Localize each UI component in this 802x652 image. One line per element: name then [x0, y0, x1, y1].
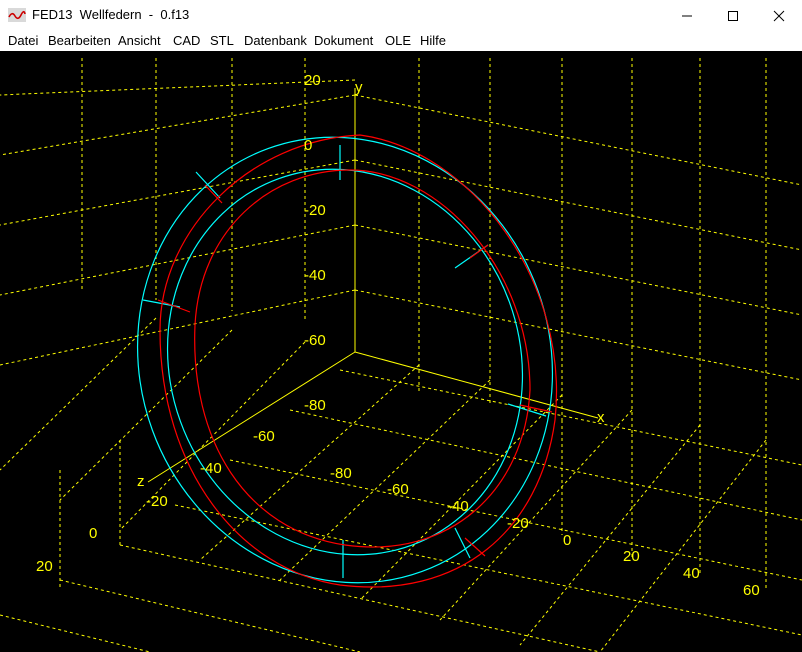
app-icon [8, 8, 26, 22]
plot-canvas[interactable]: y x z 20 0 -20 -40 -60 -80 -60 -40 -20 0… [0, 51, 802, 652]
y-tick-label: 20 [304, 72, 321, 89]
z-tick-label: 20 [36, 558, 53, 575]
x-tick-label: 60 [743, 582, 760, 599]
menu-stl[interactable]: STL [210, 33, 234, 48]
axis-x-label: x [597, 409, 605, 426]
z-tick-label: -40 [200, 460, 222, 477]
axis-y-label: y [355, 79, 363, 96]
menu-datei[interactable]: Datei [8, 33, 38, 48]
y-tick-label: -40 [304, 267, 326, 284]
x-tick-label: 20 [623, 548, 640, 565]
z-tick-label: -20 [146, 493, 168, 510]
minimize-button[interactable] [664, 0, 710, 31]
fed13-window: FED13 Wellfedern - 0.f13 Datei Bearbeite… [0, 0, 802, 652]
menu-bearbeiten[interactable]: Bearbeiten [48, 33, 111, 48]
minimize-icon [682, 15, 692, 16]
menu-cad[interactable]: CAD [173, 33, 200, 48]
menu-bar: Datei Bearbeiten Ansicht CAD STL Datenba… [0, 31, 802, 51]
menu-ole[interactable]: OLE [385, 33, 411, 48]
menu-hilfe[interactable]: Hilfe [420, 33, 446, 48]
y-tick-label: -20 [304, 202, 326, 219]
z-tick-label: -60 [253, 428, 275, 445]
x-tick-label: -40 [447, 498, 469, 515]
maximize-button[interactable] [710, 0, 756, 31]
menu-dokument[interactable]: Dokument [314, 33, 373, 48]
x-tick-label: 0 [563, 532, 571, 549]
x-tick-label: -60 [387, 481, 409, 498]
title-bar: FED13 Wellfedern - 0.f13 [0, 0, 802, 31]
close-button[interactable] [756, 0, 802, 31]
x-tick-label: -80 [330, 465, 352, 482]
x-tick-label: -20 [507, 515, 529, 532]
window-title: FED13 Wellfedern - 0.f13 [32, 7, 190, 22]
y-tick-label: -80 [304, 397, 326, 414]
y-tick-label: 0 [304, 137, 312, 154]
x-tick-label: 40 [683, 565, 700, 582]
wave-spring-3d-plot: y x z 20 0 -20 -40 -60 -80 -60 -40 -20 0… [0, 51, 802, 652]
menu-ansicht[interactable]: Ansicht [118, 33, 161, 48]
y-tick-label: -60 [304, 332, 326, 349]
axis-z-label: z [137, 473, 145, 490]
close-icon [773, 10, 785, 21]
z-tick-label: 0 [89, 525, 97, 542]
maximize-icon [728, 10, 738, 21]
menu-datenbank[interactable]: Datenbank [244, 33, 307, 48]
